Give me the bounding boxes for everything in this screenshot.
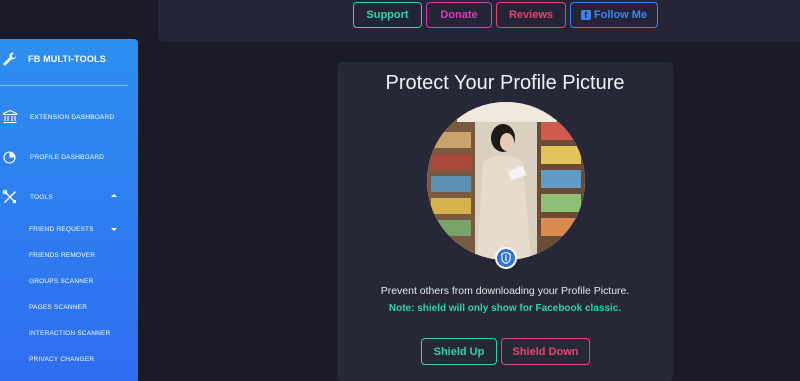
sidebar-subitem-interaction-scanner[interactable]: INTERACTION SCANNER (29, 330, 110, 337)
note-text: Note: shield will only show for Facebook… (388, 303, 622, 314)
description-text: Prevent others from downloading your Pro… (380, 285, 630, 297)
sidebar-item-label: TOOLS (30, 193, 53, 201)
top-bar: Support Donate Reviews f Follow Me (158, 0, 800, 42)
sidebar: FB MULTI-TOOLS EXTENSION DASHBOARD PROFI… (0, 39, 138, 381)
reviews-button[interactable]: Reviews (496, 2, 566, 28)
facebook-icon: f (580, 10, 591, 20)
donate-button-label: Donate (440, 9, 478, 21)
sidebar-item-label: EXTENSION DASHBOARD (30, 113, 115, 121)
support-button-label: Support (366, 9, 409, 21)
profile-picture-illustration (427, 102, 585, 260)
sidebar-item-tools[interactable]: TOOLS (2, 189, 53, 205)
sidebar-subitem-label: PRIVACY CHANGER (29, 356, 95, 363)
chevron-down-icon[interactable] (111, 228, 117, 231)
sidebar-subitem-label: FRIEND REQUESTS (29, 226, 94, 233)
protect-profile-card: Protect Your Profile Picture Prevent oth… (337, 62, 673, 381)
brand[interactable]: FB MULTI-TOOLS (2, 51, 106, 67)
wrench-icon (3, 52, 17, 66)
sidebar-subitem-friend-requests[interactable]: FRIEND REQUESTS (29, 226, 94, 233)
shield-up-button[interactable]: Shield Up (421, 338, 497, 365)
donate-button[interactable]: Donate (426, 2, 492, 28)
shield-badge (495, 247, 517, 269)
sidebar-subitem-label: GROUPS SCANNER (29, 278, 94, 285)
pie-chart-icon (3, 151, 16, 164)
shield-down-button[interactable]: Shield Down (501, 338, 590, 365)
support-button[interactable]: Support (353, 2, 422, 28)
follow-me-label: Follow Me (593, 9, 648, 21)
sidebar-item-profile-dashboard[interactable]: PROFILE DASHBOARD (2, 149, 104, 165)
chevron-up-icon[interactable] (111, 194, 117, 197)
bank-icon (2, 109, 18, 124)
page-title: Protect Your Profile Picture (385, 72, 625, 94)
reviews-button-label: Reviews (508, 9, 554, 21)
sidebar-subitem-label: INTERACTION SCANNER (29, 330, 111, 337)
sidebar-item-extension-dashboard[interactable]: EXTENSION DASHBOARD (2, 109, 114, 125)
shield-down-label: Shield Down (512, 345, 579, 358)
top-actions: Support Donate Reviews f Follow Me (353, 2, 658, 28)
tools-icon (2, 189, 16, 203)
sidebar-item-label: PROFILE DASHBOARD (30, 153, 105, 161)
sidebar-subitem-friends-remover[interactable]: FRIENDS REMOVER (29, 252, 95, 259)
sidebar-subitem-label: FRIENDS REMOVER (29, 252, 96, 259)
shield-icon (501, 252, 511, 264)
sidebar-divider (0, 85, 128, 86)
profile-picture (427, 102, 585, 260)
sidebar-subitem-privacy-changer[interactable]: PRIVACY CHANGER (29, 356, 94, 363)
brand-label: FB MULTI-TOOLS (28, 54, 106, 64)
sidebar-subitem-pages-scanner[interactable]: PAGES SCANNER (29, 304, 87, 311)
follow-me-button[interactable]: f Follow Me (570, 2, 658, 28)
sidebar-subitem-groups-scanner[interactable]: GROUPS SCANNER (29, 278, 94, 285)
sidebar-subitem-label: PAGES SCANNER (29, 304, 88, 311)
shield-up-label: Shield Up (433, 345, 485, 358)
